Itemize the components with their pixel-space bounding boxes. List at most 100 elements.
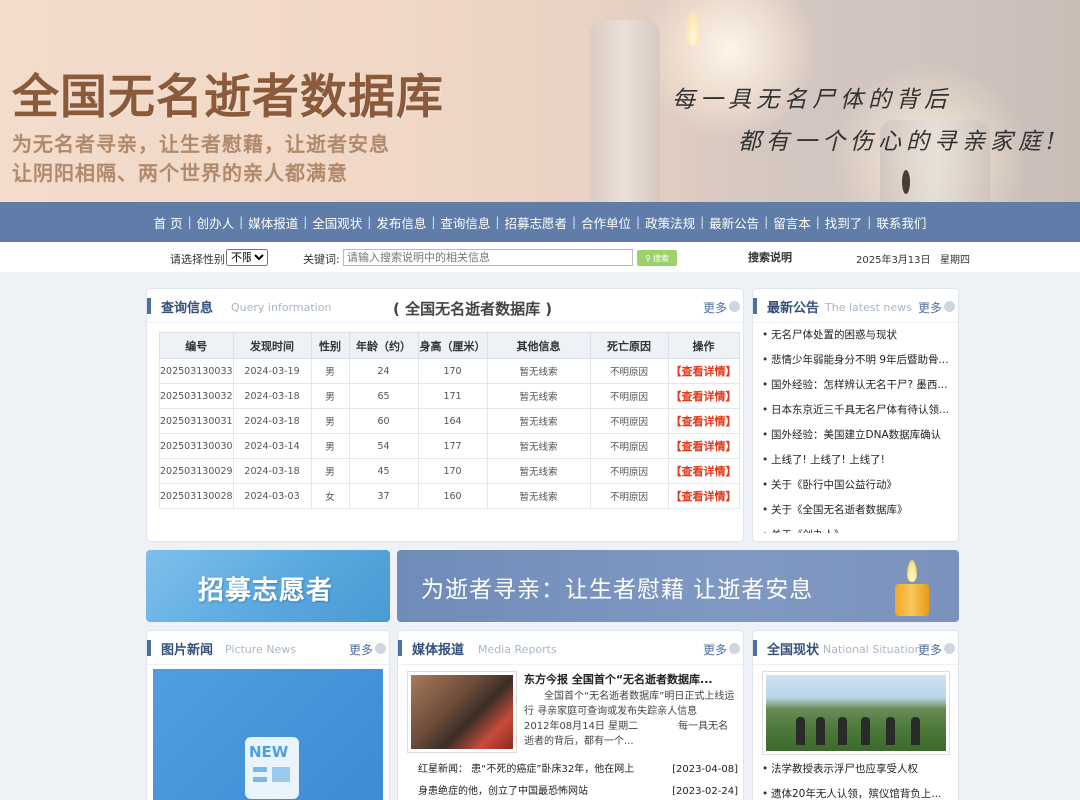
table-header-cell: 年龄（约） <box>348 332 419 359</box>
table-header-cell: 操作 <box>667 332 740 359</box>
table-cell: 暂无线索 <box>486 383 591 409</box>
table-cell: 不明原因 <box>589 458 669 484</box>
table-cell: 女 <box>310 483 350 509</box>
table-cell: 2024-03-14 <box>232 433 312 459</box>
table-cell: 不明原因 <box>589 408 669 434</box>
notice-item[interactable]: 悲情少年弱能身分不明 9年后暨助骨... <box>761 348 950 373</box>
candle-image <box>590 20 660 202</box>
nav-item[interactable]: 创办人 <box>192 213 240 232</box>
nav-item[interactable]: 全国观状 <box>307 213 367 232</box>
search-help-link[interactable]: 搜索说明 <box>748 249 792 265</box>
query-table: 编号 发现时间 性别 年龄（约） 身高（厘米） 其他信息 死亡原因 操作 2025031300… <box>159 332 740 509</box>
media-list: 红星新闻： 患“不死的癌症”卧床32年，他在网上 [2023-04-08] 身患绝症… <box>418 759 738 800</box>
notice-item[interactable]: 日本东京近三千具无名尸体有待认领... <box>761 398 950 423</box>
nav-item[interactable]: 招募志愿者 <box>499 213 572 232</box>
table-cell: 202503130033 <box>159 358 234 384</box>
query-panel: 查询信息 Query information ( 全国无名逝者数据库 ) 更多 … <box>146 288 744 542</box>
national-thumbnail[interactable] <box>762 671 950 755</box>
media-headline[interactable]: 东方今报 全国首个“无名逝者数据库... <box>524 671 736 687</box>
slogan-banner-text: 为逝者寻亲：让生者慰藉 让逝者安息 <box>421 577 814 603</box>
current-weekday: 星期四 <box>940 255 970 266</box>
panel-header: 查询信息 Query information ( 全国无名逝者数据库 ) 更多 <box>147 289 743 323</box>
more-link[interactable]: 更多 <box>349 641 373 658</box>
notice-item[interactable]: 无名尸体处置的困惑与现状 <box>761 323 950 348</box>
notice-item[interactable]: 关于《全国无名逝者数据库》 <box>761 498 950 523</box>
national-list-item[interactable]: 法学教授表示浮尸也应享受人权 <box>761 757 952 782</box>
media-thumbnail[interactable] <box>407 671 517 753</box>
media-list-item[interactable]: 红星新闻： 患“不死的癌症”卧床32年，他在网上 [2023-04-08] <box>418 759 738 781</box>
picture-news-image[interactable]: NEW <box>153 669 383 800</box>
media-list-title: 身患绝症的他，创立了中国最恐怖网站 <box>418 786 588 797</box>
more-link[interactable]: 更多 <box>918 299 942 316</box>
current-date: 2025年3月13日 <box>856 255 931 266</box>
more-link[interactable]: 更多 <box>918 641 942 658</box>
query-center-title: ( 全国无名逝者数据库 ) <box>393 300 553 318</box>
nav-item[interactable]: 最新公告 <box>704 213 764 232</box>
media-panel: 媒体报道 Media Reports 更多 东方今报 全国首个“无名逝者数据库.… <box>397 630 744 800</box>
table-row: 202503130029 2024-03-18 男 45 170 暂无线索 不明原因 【查看详… <box>159 458 740 484</box>
table-cell: 暂无线索 <box>486 433 591 459</box>
notices-list: 无名尸体处置的困惑与现状悲情少年弱能身分不明 9年后暨助骨...国外经验：怎样辨… <box>753 323 958 533</box>
table-cell: 暂无线索 <box>486 408 591 434</box>
table-cell: 暂无线索 <box>486 458 591 484</box>
view-details-link[interactable]: 【查看详情】 <box>667 408 740 434</box>
notice-item[interactable]: 国外经验：怎样辨认无名干尸? 墨西... <box>761 373 950 398</box>
view-details-link[interactable]: 【查看详情】 <box>667 383 740 409</box>
nav-item[interactable]: 合作单位 <box>576 213 636 232</box>
volunteer-banner[interactable]: 招募志愿者 <box>146 550 390 622</box>
panel-subtitle: Query information <box>231 301 332 314</box>
more-icon[interactable] <box>729 301 740 312</box>
more-icon[interactable] <box>944 301 955 312</box>
table-cell: 160 <box>417 483 488 509</box>
view-details-link[interactable]: 【查看详情】 <box>667 358 740 384</box>
table-cell: 男 <box>310 408 350 434</box>
table-cell: 37 <box>348 483 419 509</box>
view-details-link[interactable]: 【查看详情】 <box>667 433 740 459</box>
panel-title: 媒体报道 <box>412 643 465 658</box>
more-link[interactable]: 更多 <box>703 641 727 658</box>
table-cell: 164 <box>417 408 488 434</box>
slogan-banner[interactable]: 为逝者寻亲：让生者慰藉 让逝者安息 <box>397 550 959 622</box>
nav-item[interactable]: 发布信息 <box>371 213 431 232</box>
more-icon[interactable] <box>375 643 386 654</box>
table-cell: 24 <box>348 358 419 384</box>
table-cell: 202503130032 <box>159 383 234 409</box>
view-details-link[interactable]: 【查看详情】 <box>667 483 740 509</box>
table-cell: 不明原因 <box>589 433 669 459</box>
nav-item[interactable]: 联系我们 <box>871 213 931 232</box>
table-row: 202503130032 2024-03-18 男 65 171 暂无线索 不明原因 【查看详… <box>159 383 740 409</box>
search-button[interactable]: ⚲ 搜索 <box>637 250 677 266</box>
panel-subtitle: Media Reports <box>478 643 557 656</box>
notices-panel: 最新公告 The latest news 更多 无名尸体处置的困惑与现状悲情少年… <box>752 288 959 542</box>
notice-item[interactable]: 国外经验：美国建立DNA数据库确认 <box>761 423 950 448</box>
table-cell: 暂无线索 <box>486 483 591 509</box>
more-icon[interactable] <box>944 643 955 654</box>
view-details-link[interactable]: 【查看详情】 <box>667 458 740 484</box>
accent-bar <box>147 640 151 656</box>
notice-item[interactable]: 关于《创办人》 <box>761 523 950 533</box>
nav-item[interactable]: 政策法规 <box>640 213 700 232</box>
panel-subtitle: National Situation <box>823 643 922 656</box>
panel-title: 查询信息 <box>161 301 214 316</box>
nav-item[interactable]: 首 页 <box>149 213 188 232</box>
table-cell: 男 <box>310 433 350 459</box>
national-list-item[interactable]: 遗体20年无人认领，殡仪馆背负上... <box>761 782 952 800</box>
table-cell: 2024-03-19 <box>232 358 312 384</box>
table-cell: 2024-03-18 <box>232 408 312 434</box>
panel-subtitle: Picture News <box>225 643 297 656</box>
more-icon[interactable] <box>729 643 740 654</box>
nav-item[interactable]: 留言本 <box>768 213 816 232</box>
keyword-input[interactable] <box>343 249 633 266</box>
more-link[interactable]: 更多 <box>703 299 727 316</box>
nav-item[interactable]: 找到了 <box>820 213 868 232</box>
nav-item[interactable]: 查询信息 <box>435 213 495 232</box>
table-header-cell: 其他信息 <box>486 332 591 359</box>
media-list-item[interactable]: 身患绝症的他，创立了中国最恐怖网站 [2023-02-24] <box>418 781 738 800</box>
table-cell: 54 <box>348 433 419 459</box>
nav-item[interactable]: 媒体报道 <box>243 213 303 232</box>
notice-item[interactable]: 上线了! 上线了! 上线了! <box>761 448 950 473</box>
notice-item[interactable]: 关于《卧行中国公益行动》 <box>761 473 950 498</box>
panel-subtitle: The latest news <box>825 301 912 314</box>
search-icon: ⚲ <box>645 253 651 263</box>
gender-select[interactable]: 不限 <box>226 249 268 266</box>
